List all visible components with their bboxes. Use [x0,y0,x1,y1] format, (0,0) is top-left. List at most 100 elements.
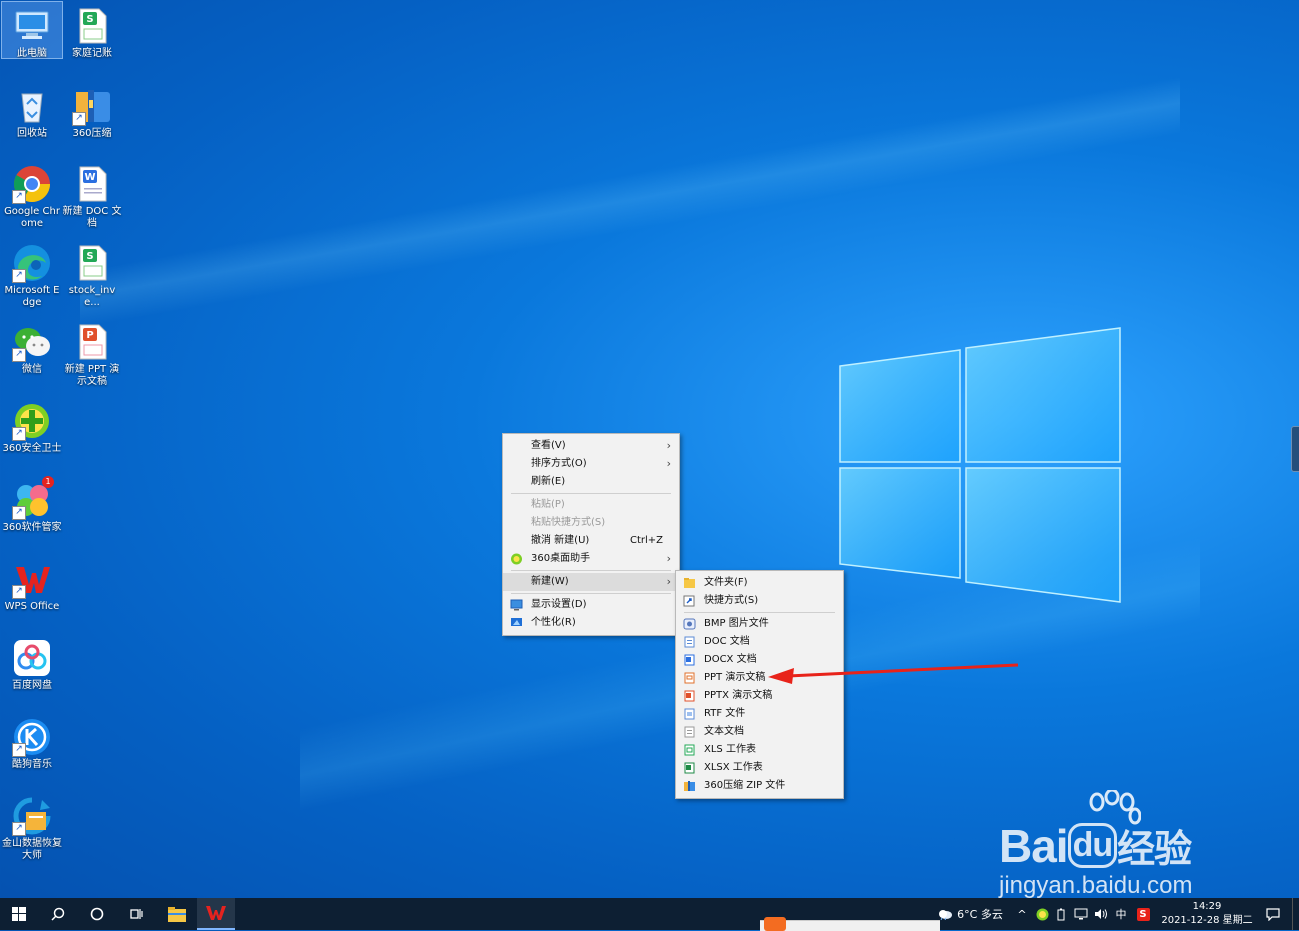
menu-item-label: BMP 图片文件 [704,618,769,629]
menu-item-label: 文本文档 [704,726,744,737]
chevron-right-icon: › [666,439,671,452]
display-icon [510,599,523,611]
desktop-icon-wps-office[interactable]: ↗ WPS Office [2,555,62,613]
menu-item-label: XLS 工作表 [704,744,756,755]
menu-item-view[interactable]: 查看(V) › [503,437,679,455]
menu-item-sort-by[interactable]: 排序方式(O) › [503,455,679,473]
cortana-button[interactable] [78,898,116,930]
wps-office-icon [206,906,226,920]
desktop-icon-stock[interactable]: S stock_inve... [62,239,122,309]
desktop-icon-360-zip[interactable]: ↗ 360压缩 [62,82,122,140]
tray-ime[interactable]: 中 [1112,898,1130,930]
new-item-rtf[interactable]: RTF 文件 [676,705,843,723]
svg-text:S: S [86,251,93,262]
menu-item-label: DOC 文档 [704,636,750,647]
menu-item-undo-new[interactable]: 撤消 新建(U) Ctrl+Z [503,532,679,550]
menu-item-new[interactable]: 新建(W) › [503,573,679,591]
chevron-right-icon: › [666,457,671,470]
360-desktop-icon [511,553,522,565]
shortcut-arrow-icon: ↗ [12,190,26,204]
docx-icon [684,654,695,666]
desktop-icon-recycle-bin[interactable]: 回收站 [2,82,62,140]
new-item-shortcut[interactable]: 快捷方式(S) [676,592,843,610]
new-item-xlsx[interactable]: XLSX 工作表 [676,759,843,777]
sogou-icon: S [1136,907,1150,921]
tray-battery[interactable] [1054,898,1068,930]
svg-text:S: S [86,14,93,25]
wps-presentation-icon: P [72,322,112,362]
360-software-icon: 1 ↗ [12,476,54,520]
show-desktop-button[interactable] [1292,898,1299,930]
desktop-icon-kugou[interactable]: ↗ 酷狗音乐 [2,713,62,771]
baidu-jingyan-watermark: Bai du 经验 jingyan.baidu.com [995,790,1235,900]
desktop-icon-new-doc[interactable]: W 新建 DOC 文档 [62,160,122,230]
menu-separator [684,612,835,613]
ime-toolbar[interactable] [760,917,940,931]
show-hidden-icons[interactable]: ^ [1014,898,1030,930]
taskbar-file-explorer[interactable] [158,898,196,930]
zip-icon [684,781,695,791]
chrome-icon: ↗ [12,164,52,204]
notification-center-button[interactable] [1262,898,1284,930]
clock-time: 14:29 [1192,901,1222,912]
chevron-up-icon: ^ [1017,907,1027,921]
search-button[interactable] [40,898,76,930]
icon-label: 此电脑 [17,48,47,59]
desktop-icon-edge[interactable]: ↗ Microsoft Edge [2,239,62,309]
menu-item-display-settings[interactable]: 显示设置(D) [503,596,679,614]
menu-item-personalize[interactable]: 个性化(R) [503,614,679,632]
taskbar-wps[interactable] [197,898,235,930]
menu-item-label: 刷新(E) [531,476,566,487]
menu-item-label: 360桌面助手 [531,553,591,564]
new-item-doc[interactable]: DOC 文档 [676,633,843,651]
new-item-zip[interactable]: 360压缩 ZIP 文件 [676,777,843,795]
wechat-icon: ↗ [12,322,52,362]
icon-label: 360安全卫士 [2,443,62,454]
ppt-icon [684,672,695,684]
desktop-icon-this-pc[interactable]: 此电脑 [1,1,63,59]
desktop-icon-baidu-netdisk[interactable]: 百度网盘 [2,634,62,692]
menu-item-paste-shortcut: 粘贴快捷方式(S) [503,514,679,532]
windows-start-icon [12,907,26,921]
new-item-bmp[interactable]: BMP 图片文件 [676,615,843,633]
brand-suffix-text: 经验 [1117,829,1192,871]
tray-network[interactable] [1072,898,1090,930]
shortcut-arrow-icon: ↗ [12,822,26,836]
new-item-pptx[interactable]: PPTX 演示文稿 [676,687,843,705]
icon-label: WPS Office [4,601,60,612]
weather-widget[interactable]: 6°C 多云 [930,898,1010,930]
baidu-netdisk-icon [12,638,52,678]
new-item-folder[interactable]: 文件夹(F) [676,574,843,592]
desktop-icon-chrome[interactable]: ↗ Google Chrome [2,160,62,230]
kugou-icon: ↗ [12,717,52,757]
shortcut-arrow-icon: ↗ [12,506,26,520]
start-button[interactable] [0,898,38,930]
wps-office-icon: ↗ [12,559,52,599]
folder-icon [684,578,695,588]
annotation-arrow [768,663,1019,684]
ime-indicator: 中 [1115,908,1127,921]
svg-text:P: P [86,330,93,341]
menu-item-label: 新建(W) [531,576,569,587]
desktop-icon-home-accounting[interactable]: S 家庭记账 [62,2,122,60]
desktop-icon-wechat[interactable]: ↗ 微信 [2,318,62,376]
desktop-icon-new-ppt[interactable]: P 新建 PPT 演示文稿 [62,318,122,388]
task-view-button[interactable] [117,898,155,930]
edge-handle[interactable] [1291,426,1299,472]
desktop-icon-360-security[interactable]: ↗ 360安全卫士 [2,397,62,455]
menu-item-label: 360压缩 ZIP 文件 [704,780,786,791]
clock[interactable]: 14:29 2021-12-28 星期二 [1158,900,1256,930]
menu-item-360-desktop[interactable]: 360桌面助手 › [503,550,679,568]
tray-sogou[interactable]: S [1134,898,1152,930]
tray-volume[interactable] [1092,898,1110,930]
menu-item-paste: 粘贴(P) [503,496,679,514]
new-item-xls[interactable]: XLS 工作表 [676,741,843,759]
tray-360[interactable] [1034,898,1050,930]
menu-item-refresh[interactable]: 刷新(E) [503,473,679,491]
chevron-right-icon: › [666,552,671,565]
desktop-icon-data-recovery[interactable]: ↗ 金山数据恢复大师 [2,792,62,862]
shortcut-arrow-icon: ↗ [12,743,26,757]
desktop-icon-360-software[interactable]: 1 ↗ 360软件管家 [2,476,62,534]
menu-item-label: PPTX 演示文稿 [704,690,773,701]
new-item-text[interactable]: 文本文档 [676,723,843,741]
